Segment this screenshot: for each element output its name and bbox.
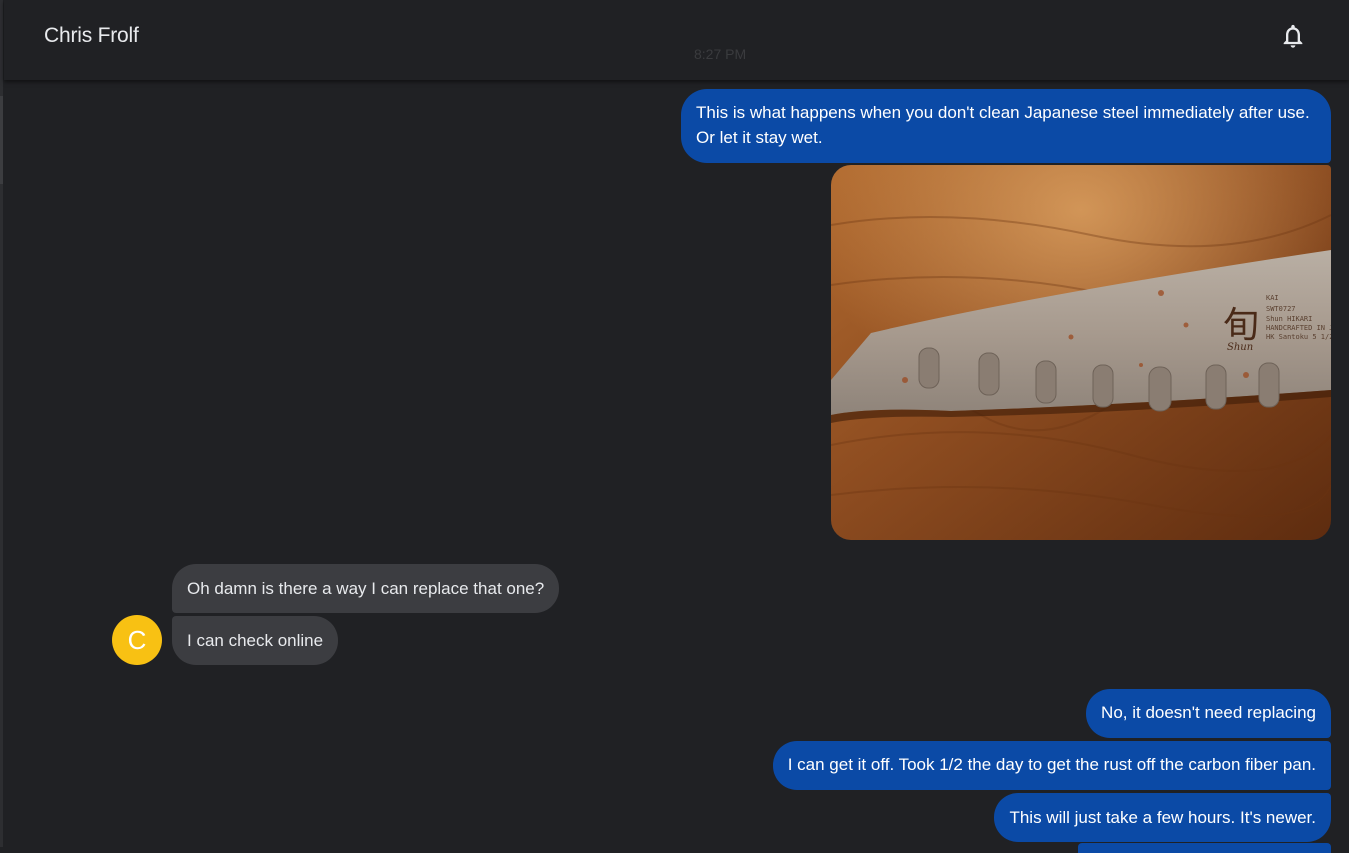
engraving-line: HANDCRAFTED IN JAPAN bbox=[1266, 324, 1331, 332]
message-text: This is what happens when you don't clea… bbox=[696, 103, 1310, 147]
message-outgoing[interactable]: This will just take a few hours. It's ne… bbox=[994, 793, 1331, 842]
message-text: I can get it off. Took 1/2 the day to ge… bbox=[787, 755, 1316, 774]
message-text: I can check online bbox=[187, 631, 324, 650]
message-text: This will just take a few hours. It's ne… bbox=[1009, 808, 1316, 827]
engraving-line: KAI bbox=[1266, 294, 1279, 302]
message-incoming[interactable]: I can check online bbox=[172, 616, 339, 665]
contact-name[interactable]: Chris Frolf bbox=[44, 24, 139, 48]
brand-word: Shun bbox=[1227, 342, 1253, 353]
message-outgoing[interactable]: No, it doesn't need replacing bbox=[1086, 689, 1331, 738]
message-incoming[interactable]: Oh damn is there a way I can replace tha… bbox=[172, 564, 560, 613]
bell-icon[interactable] bbox=[1279, 22, 1307, 50]
timestamp: 8:27 PM bbox=[694, 46, 747, 62]
message-outgoing[interactable]: I can get it off. Took 1/2 the day to ge… bbox=[772, 741, 1331, 790]
message-photo[interactable]: 旬 Shun KAI SWT0727 Shun HIKARI HANDCRAFT… bbox=[831, 165, 1331, 540]
avatar[interactable]: C bbox=[112, 615, 162, 665]
message-text: Oh damn is there a way I can replace tha… bbox=[187, 579, 545, 598]
message-outgoing[interactable]: This is what happens when you don't clea… bbox=[681, 89, 1331, 163]
knife-photo: 旬 Shun KAI SWT0727 Shun HIKARI HANDCRAFT… bbox=[831, 165, 1331, 540]
brand-logo: 旬 bbox=[1223, 305, 1259, 346]
engraving-line: HK Santoku 5 1/2" bbox=[1266, 333, 1331, 341]
message-outgoing-partial bbox=[1078, 843, 1331, 853]
scroll-indicator bbox=[0, 96, 3, 184]
engraving-line: SWT0727 bbox=[1266, 305, 1296, 313]
message-text: No, it doesn't need replacing bbox=[1101, 703, 1316, 722]
engraving-line: Shun HIKARI bbox=[1266, 315, 1312, 323]
conversation-header: Chris Frolf bbox=[4, 0, 1349, 80]
